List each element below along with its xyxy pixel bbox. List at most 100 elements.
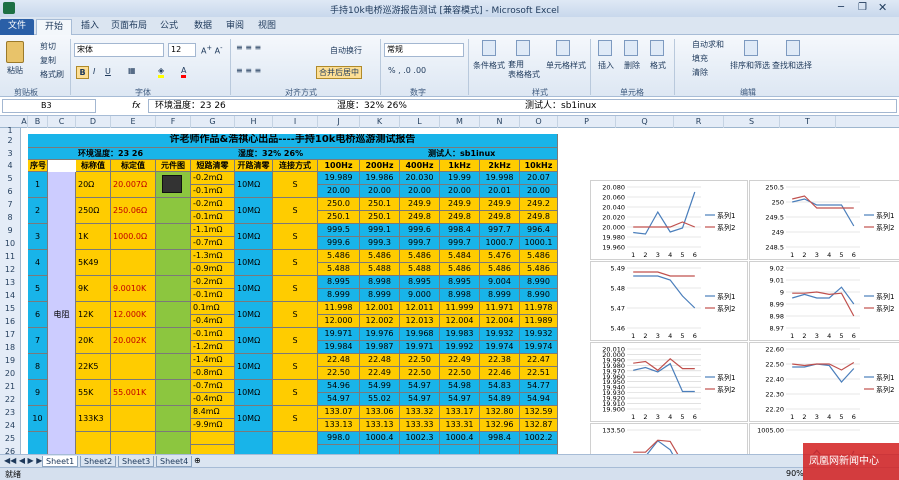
row-header[interactable]: 10 — [0, 237, 20, 250]
measure-value[interactable] — [360, 445, 400, 454]
tab-page-layout[interactable]: 页面布局 — [106, 19, 152, 35]
calibrated-value[interactable] — [111, 432, 156, 454]
sort-filter-button[interactable]: 排序和筛选 — [730, 60, 770, 71]
row-header[interactable]: 8 — [0, 211, 20, 224]
measure-value[interactable]: 5.488 — [318, 263, 360, 276]
short-clear-value[interactable]: -0.4mΩ — [191, 393, 235, 406]
measure-value[interactable]: 249.9 — [480, 198, 520, 211]
column-header[interactable]: R — [674, 116, 724, 128]
measure-value[interactable]: 998.4 — [440, 224, 480, 237]
measure-value[interactable]: 19.976 — [360, 328, 400, 341]
measure-value[interactable]: 1002.2 — [520, 432, 558, 445]
measure-value[interactable]: 1000.4 — [360, 432, 400, 445]
open-clear-value[interactable]: 10MΩ — [235, 380, 273, 406]
short-clear-value[interactable]: -0.9mΩ — [191, 263, 235, 276]
component-image[interactable] — [156, 432, 191, 454]
measure-value[interactable]: 19.989 — [318, 172, 360, 185]
column-header[interactable]: L — [400, 116, 440, 128]
measure-value[interactable]: 5.488 — [400, 263, 440, 276]
component-image[interactable] — [156, 250, 191, 276]
category-label[interactable]: 电阻 — [48, 172, 76, 454]
align-top-icon[interactable]: ≡ ≡ ≡ — [236, 43, 261, 52]
component-image[interactable] — [156, 380, 191, 406]
tab-data[interactable]: 数据 — [188, 19, 218, 35]
measure-value[interactable]: 22.48 — [318, 354, 360, 367]
measure-value[interactable]: 22.51 — [520, 367, 558, 380]
nominal-value[interactable]: 5K49 — [76, 250, 111, 276]
measure-value[interactable]: 999.5 — [318, 224, 360, 237]
measure-value[interactable]: 54.77 — [520, 380, 558, 393]
measure-value[interactable]: 133.07 — [318, 406, 360, 419]
measure-value[interactable]: 12.011 — [400, 302, 440, 315]
short-clear-value[interactable]: -0.8mΩ — [191, 367, 235, 380]
measure-value[interactable]: 22.47 — [520, 354, 558, 367]
row-header[interactable]: 4 — [0, 160, 20, 172]
report-info-row[interactable]: 环境温度：23 26 湿度：32% 26% 测试人：sb1inux — [28, 148, 558, 160]
component-image[interactable] — [156, 198, 191, 224]
open-clear-value[interactable]: 10MΩ — [235, 224, 273, 250]
measure-value[interactable]: 5.476 — [480, 250, 520, 263]
row-number[interactable]: 8 — [28, 354, 48, 380]
calibrated-value[interactable] — [111, 354, 156, 380]
calibrated-value[interactable]: 9.0010K — [111, 276, 156, 302]
short-clear-value[interactable]: -0.2mΩ — [191, 172, 235, 185]
autosum-button[interactable]: 自动求和 — [692, 39, 724, 50]
insert-cells-button[interactable]: 插入 — [598, 60, 614, 71]
short-clear-value[interactable]: 0.1mΩ — [191, 302, 235, 315]
measure-value[interactable]: 133.13 — [360, 419, 400, 432]
open-clear-value[interactable] — [235, 432, 273, 454]
open-clear-value[interactable]: 10MΩ — [235, 328, 273, 354]
measure-value[interactable]: 19.984 — [318, 341, 360, 354]
component-image[interactable] — [156, 354, 191, 380]
font-name-select[interactable]: 宋体 — [74, 43, 164, 57]
nominal-value[interactable]: 250Ω — [76, 198, 111, 224]
measure-value[interactable]: 250.1 — [318, 211, 360, 224]
short-clear-value[interactable]: -0.2mΩ — [191, 198, 235, 211]
column-header[interactable]: J — [318, 116, 360, 128]
measure-value[interactable]: 19.983 — [440, 328, 480, 341]
row-header[interactable]: 6 — [0, 185, 20, 198]
clear-button[interactable]: 清除 — [692, 67, 708, 78]
report-title[interactable]: 许老师作品&浩祺心出品----手持10k电桥巡游测试报告 — [28, 134, 558, 148]
measure-value[interactable]: 8.990 — [520, 289, 558, 302]
measure-value[interactable]: 12.000 — [318, 315, 360, 328]
sheet-tab-2[interactable]: Sheet2 — [80, 456, 117, 467]
nominal-value[interactable]: 22K5 — [76, 354, 111, 380]
table-header[interactable]: 标称值 — [76, 160, 111, 172]
measure-value[interactable]: 11.999 — [440, 302, 480, 315]
measure-value[interactable]: 998.4 — [480, 432, 520, 445]
measure-value[interactable]: 22.50 — [400, 354, 440, 367]
row-header[interactable]: 3 — [0, 148, 20, 160]
bold-button[interactable]: B — [76, 66, 89, 79]
short-clear-value[interactable]: -0.2mΩ — [191, 276, 235, 289]
measure-value[interactable]: 999.3 — [360, 237, 400, 250]
measure-value[interactable]: 19.986 — [360, 172, 400, 185]
measure-value[interactable]: 54.98 — [440, 380, 480, 393]
measure-value[interactable]: 12.002 — [360, 315, 400, 328]
percent-icon[interactable]: % , .0 .00 — [388, 66, 426, 75]
align-left-icon[interactable]: ≡ ≡ ≡ — [236, 66, 261, 75]
column-header[interactable]: A — [21, 116, 28, 128]
table-header[interactable]: 1kHz — [440, 160, 480, 172]
measure-value[interactable]: 133.33 — [400, 419, 440, 432]
measure-value[interactable]: 5.486 — [318, 250, 360, 263]
measure-value[interactable]: 11.978 — [520, 302, 558, 315]
open-clear-value[interactable]: 10MΩ — [235, 302, 273, 328]
measure-value[interactable]: 22.50 — [440, 367, 480, 380]
measure-value[interactable]: 22.46 — [480, 367, 520, 380]
measure-value[interactable]: 19.987 — [360, 341, 400, 354]
connection-mode[interactable]: S — [273, 276, 318, 302]
measure-value[interactable]: 8.995 — [318, 276, 360, 289]
new-sheet-icon[interactable]: ⊕ — [194, 456, 201, 465]
table-header[interactable]: 2kHz — [480, 160, 520, 172]
line-chart[interactable]: 22.60 22.50 22.40 22.30 22.20 1 2 3 4 5 6 系列1 系列2 — [749, 342, 899, 422]
measure-value[interactable]: 249.8 — [400, 211, 440, 224]
table-header[interactable]: 400Hz — [400, 160, 440, 172]
merge-center-button[interactable]: 合并后居中 — [316, 66, 362, 79]
line-chart[interactable]: 133.50133.00132.50123456系列1系列2 — [590, 423, 748, 454]
measure-value[interactable]: 132.87 — [520, 419, 558, 432]
measure-value[interactable]: 11.998 — [318, 302, 360, 315]
measure-value[interactable]: 5.486 — [440, 263, 480, 276]
row-header[interactable]: 5 — [0, 172, 20, 185]
row-header[interactable]: 22 — [0, 393, 20, 406]
